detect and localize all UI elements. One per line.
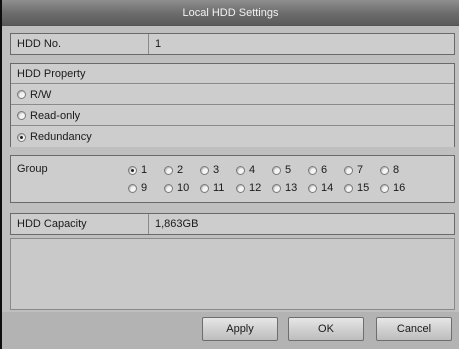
hdd-number-label: HDD No. [17, 38, 62, 50]
radio-button-icon[interactable] [272, 183, 281, 193]
radio-button-icon[interactable] [272, 165, 281, 175]
group-option-13[interactable]: 13 [272, 182, 308, 194]
radio-button-selected-icon[interactable] [17, 132, 26, 142]
property-option-redundancy[interactable]: Redundancy [11, 127, 454, 147]
group-option-9[interactable]: 9 [128, 182, 164, 194]
empty-content-area [10, 238, 455, 310]
group-option-label: 10 [177, 182, 190, 194]
hdd-property-panel: HDD Property R/W Read-only Redundancy [10, 63, 455, 147]
group-option-label: 2 [177, 164, 184, 176]
group-option-3[interactable]: 3 [200, 164, 236, 176]
group-option-15[interactable]: 15 [344, 182, 380, 194]
property-option-label: Redundancy [30, 131, 92, 143]
property-option-label: Read-only [30, 109, 81, 122]
dialog-title-bar: Local HDD Settings [2, 0, 459, 26]
property-option-read-only[interactable]: Read-only [11, 106, 454, 126]
hdd-property-header-row: HDD Property [11, 64, 454, 84]
group-option-8[interactable]: 8 [380, 164, 416, 176]
hdd-capacity-panel: HDD Capacity 1,863GB [10, 213, 455, 235]
ok-button[interactable]: OK [288, 317, 364, 341]
group-option-4[interactable]: 4 [236, 164, 272, 176]
hdd-capacity-row: HDD Capacity 1,863GB [11, 214, 454, 234]
group-option-label: 6 [321, 164, 328, 176]
group-option-11[interactable]: 11 [200, 182, 236, 194]
radio-button-icon[interactable] [380, 165, 389, 175]
radio-button-icon[interactable] [164, 183, 173, 193]
group-option-16[interactable]: 16 [380, 182, 416, 194]
property-option-rw[interactable]: R/W [11, 85, 454, 105]
group-radio-grid: 1 2 3 4 5 6 7 8 9 10 11 12 13 14 15 16 [128, 161, 448, 197]
group-option-label: 14 [321, 182, 334, 194]
radio-button-icon[interactable] [17, 90, 26, 99]
dialog-title: Local HDD Settings [182, 6, 279, 19]
hdd-capacity-label: HDD Capacity [17, 218, 87, 230]
hdd-capacity-value: 1,863GB [155, 218, 199, 230]
button-bar: Apply OK Cancel [2, 312, 459, 349]
group-label: Group [17, 163, 48, 175]
group-option-label: 9 [141, 182, 148, 194]
radio-button-icon[interactable] [128, 183, 137, 193]
group-option-label: 8 [393, 164, 400, 176]
group-option-label: 4 [249, 164, 256, 176]
group-option-label: 5 [285, 164, 292, 176]
radio-button-icon[interactable] [344, 183, 353, 193]
radio-button-icon[interactable] [380, 183, 389, 193]
group-option-label: 12 [249, 182, 262, 194]
hdd-number-row: HDD No. 1 [11, 34, 454, 54]
group-option-1[interactable]: 1 [128, 164, 164, 176]
group-option-label: 3 [213, 164, 220, 176]
group-option-14[interactable]: 14 [308, 182, 344, 194]
apply-button[interactable]: Apply [202, 317, 278, 341]
group-option-10[interactable]: 10 [164, 182, 200, 194]
group-panel: Group 1 2 3 4 5 6 7 8 9 10 11 12 13 14 1… [10, 155, 455, 203]
group-option-label: 15 [357, 182, 370, 194]
group-option-6[interactable]: 6 [308, 164, 344, 176]
hdd-property-header: HDD Property [17, 67, 86, 80]
group-row-2: 9 10 11 12 13 14 15 16 [128, 179, 448, 197]
radio-button-icon[interactable] [200, 183, 209, 193]
radio-button-icon[interactable] [17, 111, 26, 120]
group-option-label: 1 [141, 164, 148, 176]
radio-button-icon[interactable] [164, 165, 173, 175]
cancel-button[interactable]: Cancel [376, 317, 452, 341]
radio-button-icon[interactable] [200, 165, 209, 175]
radio-button-icon[interactable] [308, 165, 317, 175]
hdd-number-panel: HDD No. 1 [10, 33, 455, 55]
radio-button-selected-icon[interactable] [128, 165, 137, 175]
group-option-label: 7 [357, 164, 364, 176]
group-row-1: 1 2 3 4 5 6 7 8 [128, 161, 448, 179]
group-option-label: 11 [213, 182, 225, 194]
radio-button-icon[interactable] [344, 165, 353, 175]
group-option-label: 16 [393, 182, 406, 194]
group-option-12[interactable]: 12 [236, 182, 272, 194]
property-option-label: R/W [30, 88, 52, 101]
radio-button-icon[interactable] [308, 183, 317, 193]
hdd-number-value: 1 [155, 38, 162, 50]
group-option-label: 13 [285, 182, 298, 194]
group-option-2[interactable]: 2 [164, 164, 200, 176]
local-hdd-settings-dialog: Local HDD Settings HDD No. 1 HDD Propert… [2, 0, 459, 349]
radio-button-icon[interactable] [236, 165, 245, 175]
group-option-7[interactable]: 7 [344, 164, 380, 176]
radio-button-icon[interactable] [236, 183, 245, 193]
group-option-5[interactable]: 5 [272, 164, 308, 176]
